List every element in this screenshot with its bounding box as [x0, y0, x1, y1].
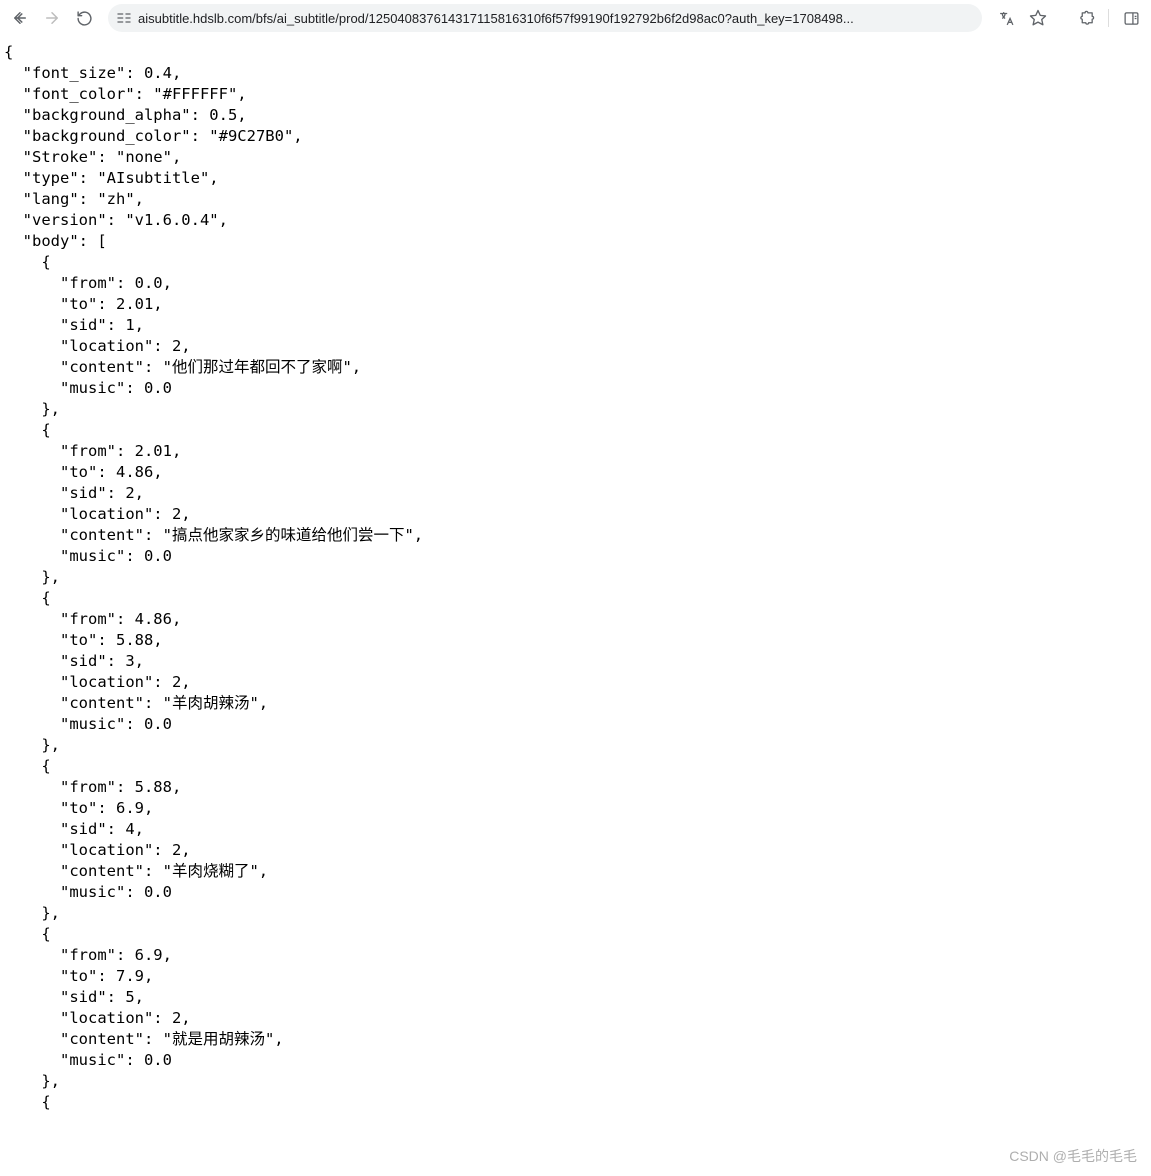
reload-icon: [76, 10, 93, 27]
star-icon: [1029, 9, 1047, 27]
separator: [1108, 9, 1109, 27]
translate-icon: [998, 10, 1015, 27]
extensions-button[interactable]: [1072, 4, 1100, 32]
watermark: CSDN @毛毛的毛毛: [1009, 1146, 1137, 1166]
bookmark-button[interactable]: [1024, 4, 1052, 32]
forward-button[interactable]: [38, 4, 66, 32]
sidepanel-icon: [1123, 10, 1140, 27]
json-content: { "font_size": 0.4, "font_color": "#FFFF…: [0, 36, 1151, 1119]
reload-button[interactable]: [70, 4, 98, 32]
back-button[interactable]: [6, 4, 34, 32]
site-info-icon[interactable]: [116, 11, 132, 25]
arrow-right-icon: [43, 9, 61, 27]
browser-toolbar: aisubtitle.hdslb.com/bfs/ai_subtitle/pro…: [0, 0, 1151, 36]
puzzle-icon: [1078, 10, 1095, 27]
url-text: aisubtitle.hdslb.com/bfs/ai_subtitle/pro…: [132, 11, 974, 26]
sidepanel-button[interactable]: [1117, 4, 1145, 32]
arrow-left-icon: [11, 9, 29, 27]
translate-button[interactable]: [992, 4, 1020, 32]
address-bar[interactable]: aisubtitle.hdslb.com/bfs/ai_subtitle/pro…: [108, 4, 982, 32]
